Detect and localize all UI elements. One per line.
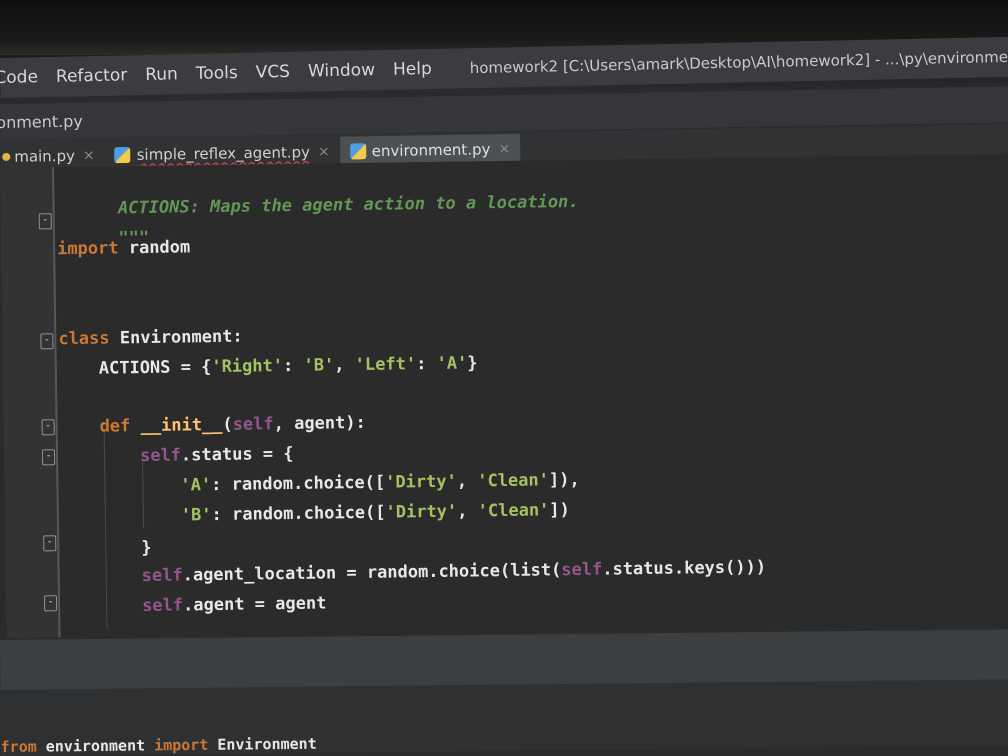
fold-marker-icon[interactable]: - <box>38 213 52 230</box>
menu-window[interactable]: Window <box>308 60 375 81</box>
class-name: Environment: <box>109 326 243 349</box>
module-name: environment <box>36 736 155 756</box>
string-literal: 'A' <box>436 353 468 374</box>
module-name: random <box>118 237 191 259</box>
menu-help[interactable]: Help <box>393 59 432 80</box>
close-icon[interactable]: × <box>83 148 95 164</box>
tab-label: environment.py <box>371 140 491 161</box>
string-literal: 'Clean' <box>477 470 550 492</box>
python-file-icon <box>349 143 366 160</box>
code-token: } <box>141 537 152 559</box>
close-icon[interactable]: × <box>318 144 330 160</box>
string-literal: 'Clean' <box>477 500 550 522</box>
keyword: class <box>58 328 110 350</box>
code-token: : random.choice([ <box>211 502 386 526</box>
keyword: from <box>0 737 37 756</box>
string-literal: 'Right' <box>211 356 284 378</box>
function-name: __init__ <box>140 414 223 437</box>
menu-tools[interactable]: Tools <box>196 63 238 84</box>
code-token: : <box>415 353 437 375</box>
bottom-panel: from environment import Environment <box>0 679 1008 756</box>
code-line: } <box>141 538 152 558</box>
code-line: 'B': random.choice(['Dirty', 'Clean']) <box>181 500 570 525</box>
menu-run[interactable]: Run <box>145 64 178 85</box>
menu-vcs[interactable]: VCS <box>255 62 290 83</box>
tab-label: simple_reflex_agent.py <box>136 143 311 164</box>
code-token: .status.keys())) <box>602 557 767 580</box>
code-line: def __init__(self, agent): <box>99 413 365 437</box>
window-title: homework2 [C:\Users\amark\Desktop\AI\hom… <box>469 47 1008 78</box>
self-keyword: self <box>141 565 183 587</box>
code-token: , agent): <box>273 412 366 435</box>
code-token: , <box>457 501 478 522</box>
indent-guide <box>142 458 145 529</box>
self-keyword: self <box>139 445 182 467</box>
menu-refactor[interactable]: Refactor <box>56 65 128 86</box>
close-icon[interactable]: × <box>498 141 510 157</box>
screen: Code Refactor Run Tools VCS Window Help … <box>0 0 1008 756</box>
keyword: def <box>99 416 131 437</box>
self-keyword: self <box>141 595 184 617</box>
code-line: self.agent_location = random.choice(list… <box>142 557 767 586</box>
code-token: ACTIONS = { <box>98 357 212 379</box>
code-token: } <box>467 353 478 374</box>
string-literal: 'B' <box>180 505 212 526</box>
fold-marker-icon[interactable]: - <box>41 419 55 436</box>
code-line: import random <box>57 237 190 259</box>
tab-label: main.py <box>14 146 76 166</box>
code-line: 'A': random.choice(['Dirty', 'Clean']), <box>180 470 579 496</box>
editor-gutter <box>0 167 61 638</box>
code-editor[interactable]: - - - - - - ACTIONS: Maps the agent acti… <box>0 153 1008 638</box>
code-line: class Environment: <box>58 327 243 350</box>
code-token: : random.choice([ <box>211 472 386 496</box>
python-file-icon <box>2 152 11 161</box>
code-token: ]), <box>548 469 580 491</box>
code-token: ]) <box>549 500 570 521</box>
code-token: .status = { <box>180 443 294 466</box>
fold-marker-icon[interactable]: - <box>41 449 56 466</box>
code-token: ( <box>222 414 233 435</box>
keyword: import <box>154 735 209 755</box>
code-token: .agent = agent <box>182 593 327 616</box>
indent-guide <box>103 428 108 629</box>
docstring-text: ACTIONS: Maps the agent action to a loca… <box>117 191 579 219</box>
code-token: , <box>334 355 355 376</box>
self-keyword: self <box>232 414 274 435</box>
code-line: ACTIONS = {'Right': 'B', 'Left': 'A'} <box>99 353 478 378</box>
fold-marker-icon[interactable]: - <box>43 535 57 552</box>
fold-marker-icon[interactable]: - <box>40 333 54 350</box>
code-token: : <box>282 355 304 377</box>
string-literal: 'A' <box>180 475 212 496</box>
string-literal: 'B' <box>303 355 335 376</box>
code-token: , <box>456 471 478 492</box>
code-line: self.agent = agent <box>142 593 327 616</box>
menu-code[interactable]: Code <box>0 67 38 88</box>
string-literal: 'Dirty' <box>385 501 458 523</box>
self-keyword: self <box>561 559 603 581</box>
bottom-code-line: from environment import Environment <box>1 735 317 756</box>
breadcrumb-file[interactable]: onment.py <box>0 111 83 132</box>
string-literal: 'Dirty' <box>385 471 457 493</box>
code-token: .agent_location = random.choice(list( <box>182 560 562 586</box>
fold-marker-icon[interactable]: - <box>43 595 58 612</box>
code-line: self.status = { <box>140 444 294 466</box>
python-file-icon <box>114 146 131 164</box>
class-name: Environment <box>208 734 317 754</box>
string-literal: 'Left' <box>354 354 417 376</box>
keyword: import <box>56 238 119 260</box>
